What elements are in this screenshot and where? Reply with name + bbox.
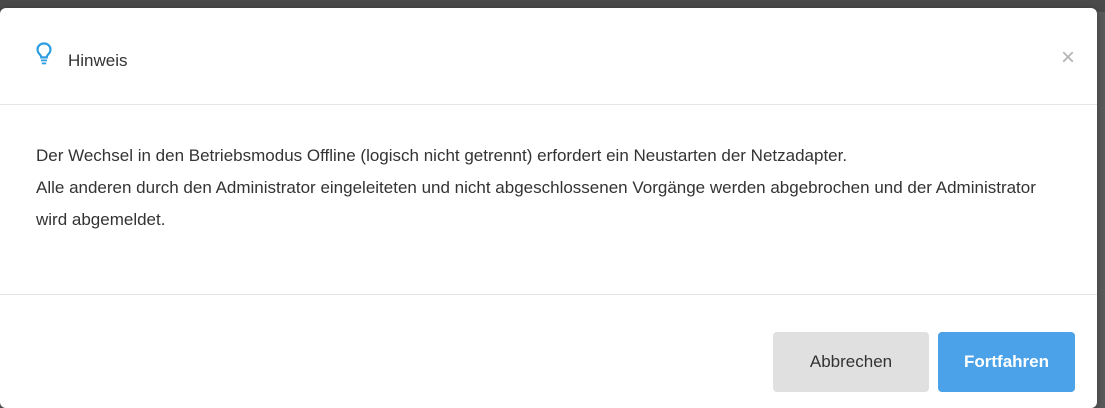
dialog-message: Der Wechsel in den Betriebsmodus Offline… <box>36 140 1066 236</box>
dialog-header: Hinweis × <box>0 8 1097 105</box>
message-paragraph-1: Der Wechsel in den Betriebsmodus Offline… <box>36 146 848 165</box>
confirmation-dialog: Hinweis × Der Wechsel in den Betriebsmod… <box>0 8 1097 408</box>
dialog-body: Der Wechsel in den Betriebsmodus Offline… <box>0 105 1097 295</box>
lightbulb-icon <box>36 42 52 66</box>
message-paragraph-2: Alle anderen durch den Administrator ein… <box>36 178 1036 229</box>
cancel-button[interactable]: Abbrechen <box>773 332 929 392</box>
close-icon[interactable]: × <box>1055 45 1081 71</box>
dialog-title: Hinweis <box>68 51 128 70</box>
dialog-footer: Abbrechen Fortfahren <box>0 295 1097 408</box>
continue-button[interactable]: Fortfahren <box>938 332 1075 392</box>
